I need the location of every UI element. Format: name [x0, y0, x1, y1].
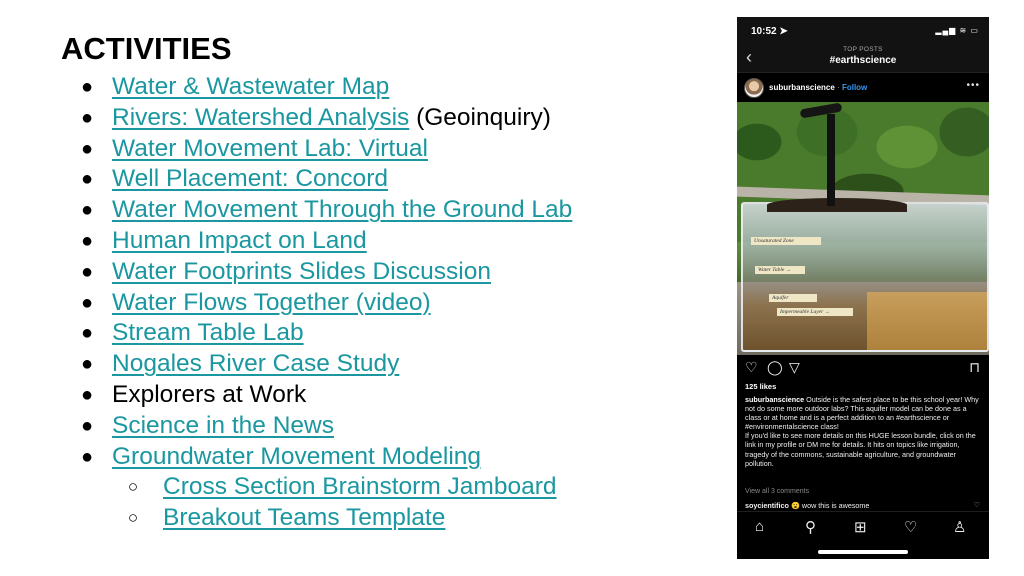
nav-bar: ‹ TOP POSTS #earthscience — [737, 45, 989, 73]
activity-heart-icon[interactable]: ♡ — [904, 518, 917, 536]
likes-count[interactable]: 125 likes — [745, 382, 776, 391]
bullet-icon: ● — [80, 322, 94, 345]
instagram-screenshot: 10:52 ➤ ▂▄▆ ≋ ▭ ‹ TOP POSTS #earthscienc… — [737, 17, 989, 559]
bullet-icon: ● — [80, 199, 94, 222]
post-username[interactable]: suburbanscience — [769, 83, 835, 92]
comment: soycientifico 😮 wow this is awesome — [745, 501, 869, 510]
explorers-at-work-text: Explorers at Work — [112, 380, 307, 408]
bullet-icon: ● — [80, 76, 94, 98]
status-bar: 10:52 ➤ ▂▄▆ ≋ ▭ — [737, 17, 989, 45]
bullet-icon: ● — [80, 353, 94, 376]
more-options-icon[interactable]: ••• — [966, 80, 980, 91]
link-breakout-teams-template[interactable]: Breakout Teams Template — [163, 504, 445, 531]
signal-wifi-battery-icon: ▂▄▆ ≋ ▭ — [935, 26, 979, 35]
link-science-in-the-news[interactable]: Science in the News — [112, 412, 334, 439]
bullet-icon: ● — [80, 106, 94, 129]
list-item: ● Human Impact on Land — [0, 226, 700, 257]
pump-pipe — [827, 114, 835, 206]
follow-button[interactable]: Follow — [842, 83, 867, 92]
caption-username[interactable]: suburbanscience — [745, 395, 804, 404]
link-water-wastewater-map[interactable]: Water & Wastewater Map — [112, 73, 389, 100]
list-item: ● Water & Wastewater Map — [0, 72, 700, 103]
list-item: ● Science in the News — [0, 411, 700, 442]
bullet-icon: ● — [80, 260, 94, 283]
avatar[interactable] — [744, 78, 764, 98]
list-item: ● Water Movement Lab: Virtual — [0, 134, 700, 165]
list-item: ● Groundwater Movement Modeling — [0, 442, 700, 473]
link-human-impact-on-land[interactable]: Human Impact on Land — [112, 227, 367, 254]
link-water-footprints-slides[interactable]: Water Footprints Slides Discussion — [112, 258, 491, 285]
nav-subtitle: TOP POSTS — [843, 46, 883, 53]
nav-title: #earthscience — [829, 55, 897, 66]
share-icon[interactable]: ▽ — [789, 359, 800, 376]
water-zone — [867, 292, 987, 350]
post-header: suburbanscience · Follow ••• — [737, 74, 989, 102]
bottom-tab-bar: ⌂ ⚲ ⊞ ♡ ♙ — [737, 511, 989, 559]
aquifer-model-bin — [741, 202, 989, 352]
link-water-movement-ground-lab[interactable]: Water Movement Through the Ground Lab — [112, 196, 572, 223]
label-unsaturated-zone: Unsaturated Zone — [751, 237, 821, 245]
link-cross-section-jamboard[interactable]: Cross Section Brainstorm Jamboard — [163, 473, 557, 500]
heart-icon[interactable]: ♡ — [745, 359, 758, 376]
soil-mound — [767, 198, 907, 212]
label-water-table: Water Table → — [755, 266, 805, 274]
link-water-flows-together-video[interactable]: Water Flows Together (video) — [112, 289, 431, 316]
post-caption: suburbanscience Outside is the safest pl… — [745, 395, 983, 468]
bullet-icon: ● — [80, 445, 94, 468]
label-aquifer: Aquifer — [769, 294, 817, 302]
list-item: ● Water Movement Through the Ground Lab — [0, 195, 700, 226]
post-photo: Unsaturated Zone Water Table → Aquifer I… — [737, 102, 989, 355]
list-item: ● Water Footprints Slides Discussion — [0, 257, 700, 288]
link-groundwater-movement-modeling[interactable]: Groundwater Movement Modeling — [112, 443, 481, 470]
bullet-icon: ● — [80, 168, 94, 191]
link-nogales-river-case-study[interactable]: Nogales River Case Study — [112, 350, 399, 377]
bullet-icon: ● — [80, 383, 94, 406]
link-rivers-watershed-analysis[interactable]: Rivers: Watershed Analysis — [112, 104, 409, 131]
bullet-icon: ● — [80, 414, 94, 437]
add-post-icon[interactable]: ⊞ — [854, 518, 867, 536]
list-item: ● Stream Table Lab — [0, 318, 700, 349]
separator-dot: · — [837, 83, 840, 92]
home-icon[interactable]: ⌂ — [755, 518, 764, 535]
sub-list-item: ○ Breakout Teams Template — [0, 503, 700, 534]
bullet-icon: ● — [80, 229, 94, 252]
comment-text: wow this is awesome — [799, 501, 870, 510]
list-item: ● Rivers: Watershed Analysis (Geoinquiry) — [0, 103, 700, 134]
comment-username[interactable]: soycientifico — [745, 501, 789, 510]
comment-emoji: 😮 — [790, 501, 800, 510]
list-item: ● Water Flows Together (video) — [0, 288, 700, 319]
view-comments-link[interactable]: View all 3 comments — [745, 488, 809, 495]
link-stream-table-lab[interactable]: Stream Table Lab — [112, 319, 304, 346]
home-indicator[interactable] — [818, 550, 908, 554]
status-time: 10:52 ➤ — [751, 26, 788, 37]
geoinquiry-note: (Geoinquiry) — [409, 103, 551, 131]
sub-list-item: ○ Cross Section Brainstorm Jamboard — [0, 472, 700, 503]
list-item: ● Explorers at Work — [0, 380, 700, 411]
list-item: ● Well Placement: Concord — [0, 164, 700, 195]
profile-icon[interactable]: ♙ — [953, 518, 966, 536]
post-actions: ♡ ◯ ▽ ⊓ — [737, 355, 989, 381]
hollow-bullet-icon: ○ — [127, 508, 139, 528]
search-icon[interactable]: ⚲ — [805, 518, 816, 536]
bullet-icon: ● — [80, 291, 94, 314]
bookmark-icon[interactable]: ⊓ — [969, 359, 980, 376]
list-item: ● Nogales River Case Study — [0, 349, 700, 380]
comment-like-icon[interactable]: ♡ — [974, 501, 980, 509]
label-impermeable-layer: Impermeable Layer → — [777, 308, 853, 316]
caption-text-2: If you'd like to see more details on thi… — [745, 431, 976, 468]
link-well-placement-concord[interactable]: Well Placement: Concord — [112, 165, 388, 192]
slide-title: ACTIVITIES — [61, 31, 232, 66]
hollow-bullet-icon: ○ — [127, 477, 139, 497]
comment-icon[interactable]: ◯ — [767, 359, 783, 376]
bullet-icon: ● — [80, 137, 94, 160]
activity-list: ● Water & Wastewater Map ● Rivers: Watersh… — [0, 72, 700, 534]
link-water-movement-lab-virtual[interactable]: Water Movement Lab: Virtual — [112, 135, 428, 162]
